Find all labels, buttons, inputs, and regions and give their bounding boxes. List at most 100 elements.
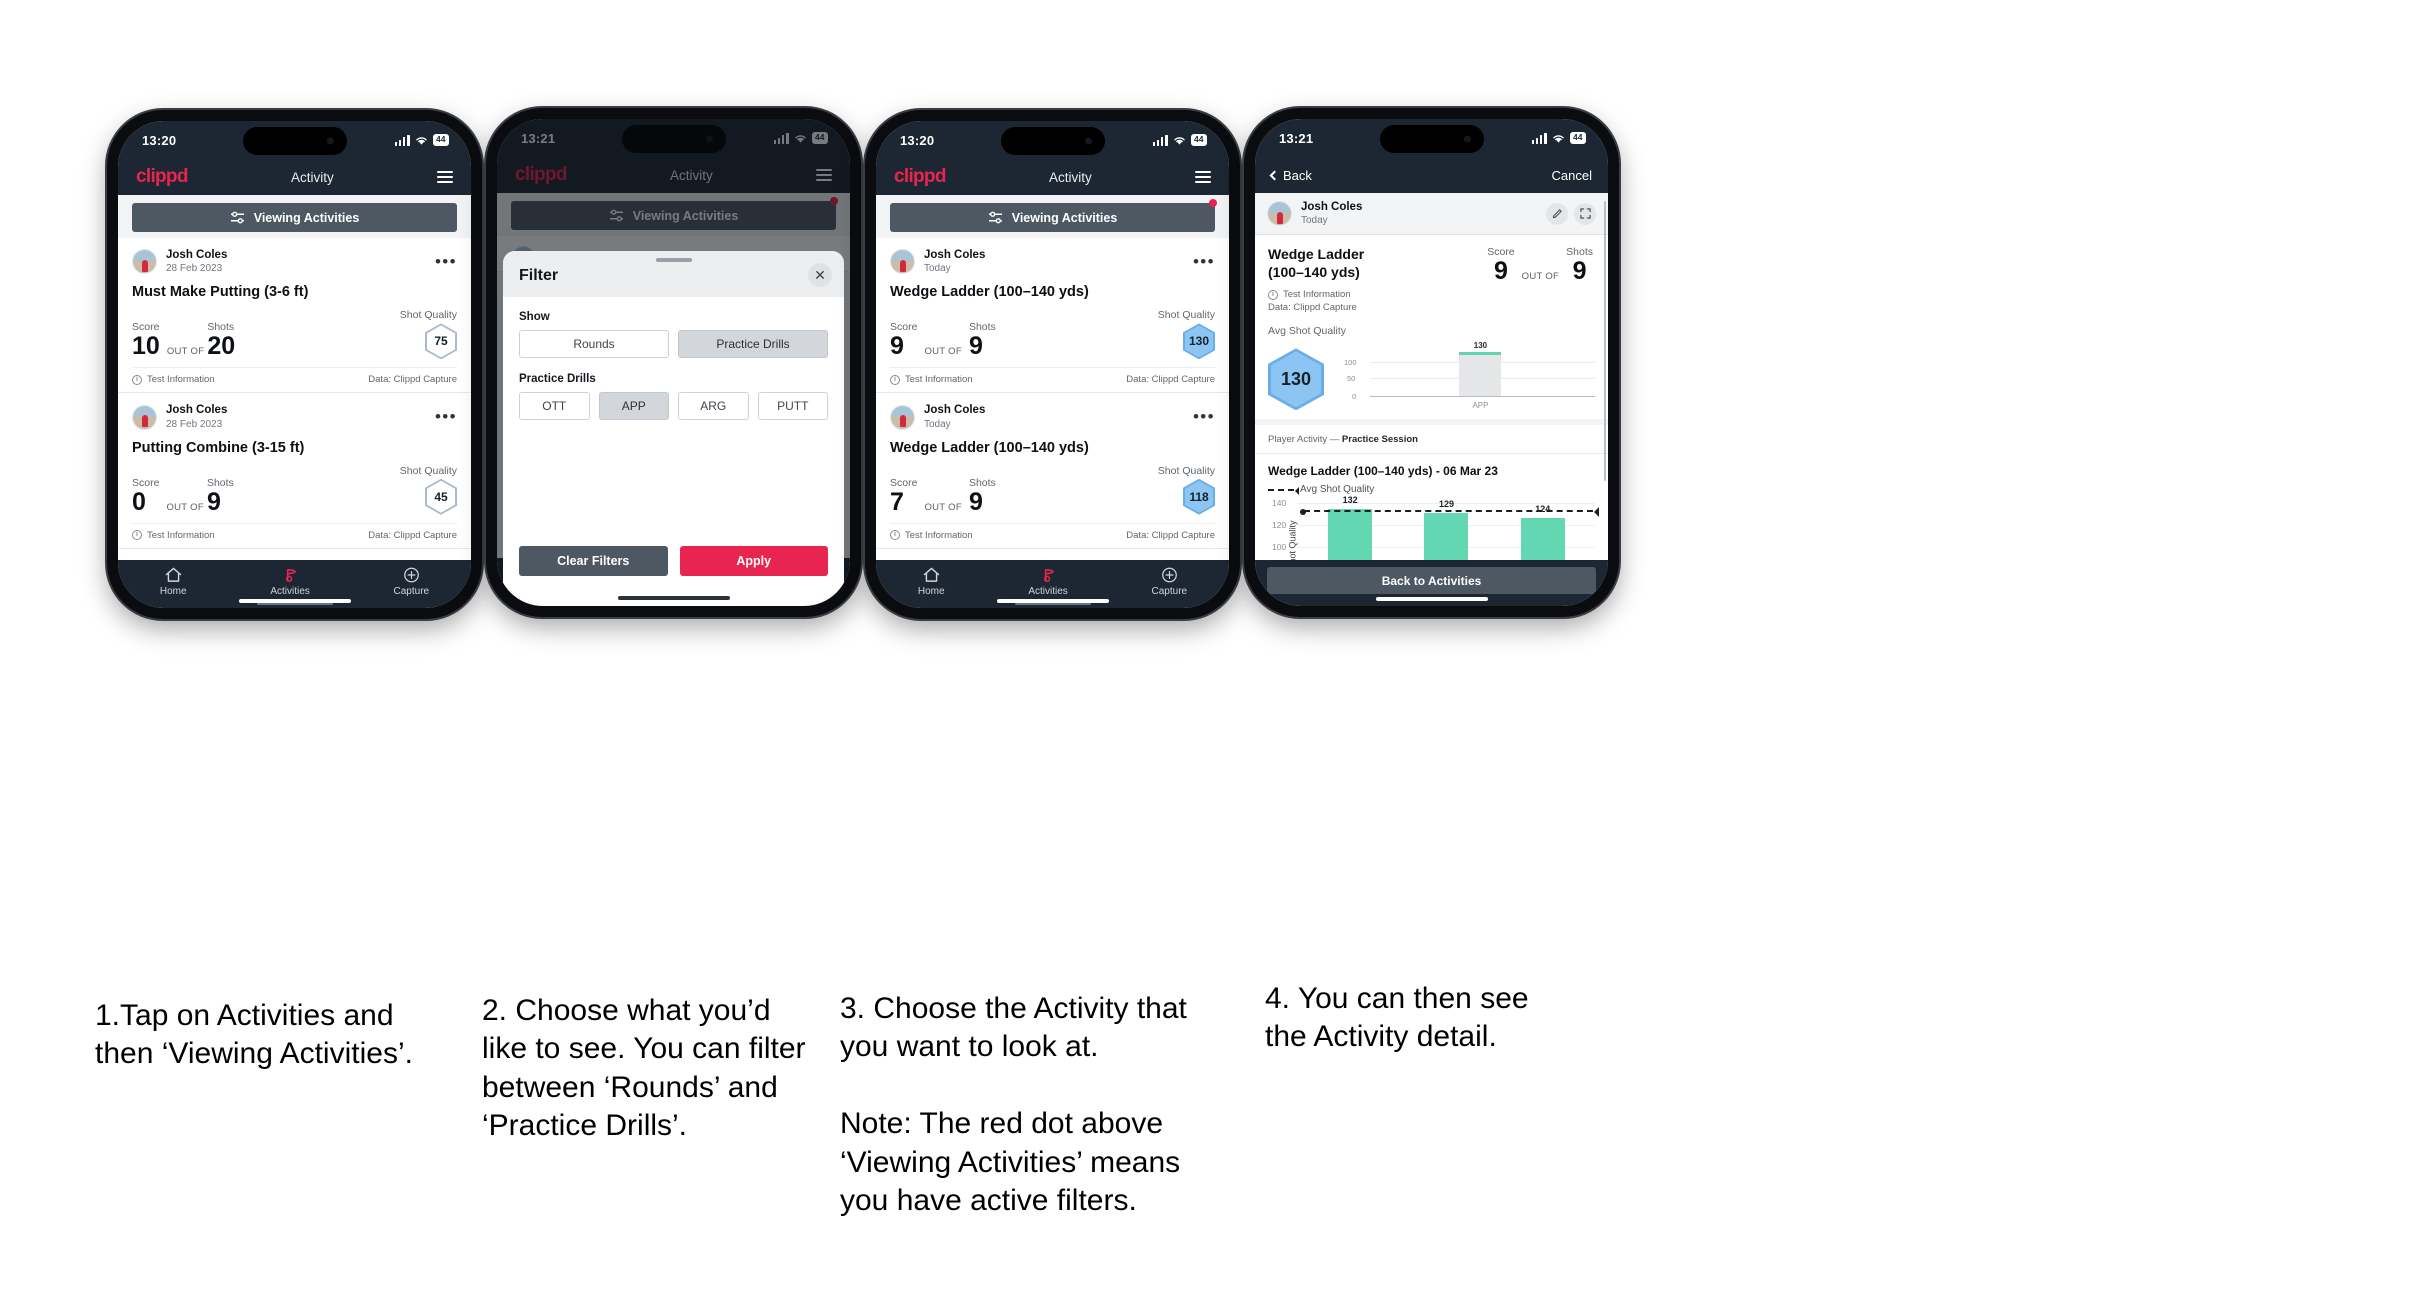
filter-sheet: Filter ✕ Show Rounds Practice Drills Pra…: [503, 251, 844, 606]
shot-quality-hexagon: 45: [425, 478, 457, 515]
detail-title-line1: Wedge Ladder: [1268, 246, 1365, 263]
more-options-icon[interactable]: •••: [435, 252, 457, 269]
activity-card[interactable]: Josh Coles 28 Feb 2023 ••• Must Make Put…: [118, 238, 471, 394]
wifi-icon: [415, 136, 427, 145]
hamburger-icon[interactable]: [437, 171, 453, 183]
tab-activities[interactable]: Activities: [1028, 567, 1068, 597]
shot-quality-label: Shot Quality: [1157, 309, 1215, 322]
status-time: 13:20: [900, 132, 935, 148]
shot-quality-value: 75: [427, 325, 455, 358]
drag-handle[interactable]: [655, 258, 692, 262]
user-name: Josh Coles: [924, 404, 986, 417]
section-label: Player Activity — Practice Session: [1255, 419, 1608, 454]
more-options-icon[interactable]: •••: [1193, 408, 1215, 425]
detail-footer: Back to Activities: [1255, 560, 1608, 606]
back-to-activities-button[interactable]: Back to Activities: [1267, 567, 1596, 594]
score-value: 9: [1493, 257, 1508, 286]
activity-date: 28 Feb 2023: [166, 263, 223, 275]
status-bar: 13:20 44: [118, 121, 471, 159]
cellular-signal-icon: [1152, 134, 1168, 146]
edit-button[interactable]: [1546, 202, 1568, 225]
tab-capture[interactable]: Capture: [1152, 567, 1187, 597]
more-options-icon[interactable]: •••: [1193, 252, 1215, 269]
section-label-prefix: Player Activity —: [1268, 434, 1342, 446]
avatar: [1267, 201, 1292, 227]
dashed-line-icon: [1268, 486, 1299, 495]
drill-chip-putt[interactable]: PUTT: [757, 392, 828, 420]
viewing-activities-button[interactable]: Viewing Activities: [890, 203, 1215, 232]
fullscreen-icon: [1579, 208, 1591, 219]
caption-step-3: 3. Choose the Activity that you want to …: [840, 992, 1187, 1217]
drill-chip-arg[interactable]: ARG: [678, 392, 749, 420]
golf-flag-icon: [285, 569, 296, 583]
drill-chip-ott[interactable]: OTT: [519, 392, 590, 420]
ytick-140: 140: [1272, 498, 1287, 509]
clippd-logo: clippd: [894, 166, 946, 187]
activity-card[interactable]: Josh Coles 28 Feb 2023 ••• Putting Combi…: [118, 393, 471, 549]
show-option-rounds[interactable]: Rounds: [519, 330, 669, 358]
screen: 13:21 44 Back Cancel Josh Coles Today We…: [1255, 119, 1608, 606]
score-value: 0: [132, 487, 146, 516]
test-information-label: Test Information: [147, 529, 215, 541]
shot-quality-label: Shot Quality: [399, 309, 457, 322]
mini-xtick-app: APP: [1472, 401, 1489, 411]
avatar: [890, 404, 915, 430]
shots-value: 9: [968, 487, 983, 516]
expand-button[interactable]: [1574, 202, 1596, 225]
show-segment-group: Rounds Practice Drills: [519, 330, 828, 358]
tutorial-sheet: 13:20 44 clippd Activity Viewing Activit…: [0, 0, 2423, 1303]
home-icon: [165, 567, 181, 582]
legend-label: Avg Shot Quality: [1300, 484, 1375, 496]
info-icon: i: [1268, 289, 1278, 300]
chart-ylabel: Shot Quality: [1287, 520, 1298, 560]
viewing-activities-wrap: Viewing Activities: [876, 195, 1229, 238]
test-information-label: Test Information: [905, 374, 973, 386]
shots-value: 9: [206, 487, 221, 516]
shots-label: Shots: [206, 476, 234, 489]
detail-scroll[interactable]: Josh Coles Today Wedge Ladder (100–140 y…: [1255, 193, 1608, 560]
scrollbar[interactable]: [1603, 201, 1606, 481]
page-title: Activity: [290, 169, 334, 185]
caption-step-4: 4. You can then see the Activity detail.: [1265, 982, 1529, 1054]
close-icon[interactable]: ✕: [808, 263, 832, 287]
plus-circle-icon: [403, 567, 419, 583]
tab-home[interactable]: Home: [160, 567, 187, 597]
activity-list[interactable]: Josh Coles Today ••• Wedge Ladder (100–1…: [876, 238, 1229, 560]
avg-shot-quality-value: 130: [1271, 351, 1321, 408]
home-indicator: [238, 599, 351, 603]
activity-card[interactable]: Josh Coles Today ••• Wedge Ladder (100–1…: [876, 393, 1229, 549]
activity-date: 28 Feb 2023: [166, 418, 223, 430]
tab-activities[interactable]: Activities: [270, 567, 310, 597]
bottom-tab-bar: Home Activities Capture: [876, 560, 1229, 608]
tab-capture[interactable]: Capture: [394, 567, 429, 597]
score-label: Score: [890, 476, 918, 489]
cancel-button[interactable]: Cancel: [1552, 168, 1592, 183]
back-button[interactable]: Back: [1269, 168, 1312, 183]
chart-plot-area: Shot Quality 140 120 100 80 60 132 129 1…: [1272, 495, 1599, 560]
apply-button[interactable]: Apply: [679, 546, 828, 576]
shot-quality-hexagon: 130: [1183, 323, 1215, 360]
activity-list[interactable]: Josh Coles 28 Feb 2023 ••• Must Make Put…: [118, 238, 471, 560]
more-options-icon[interactable]: •••: [435, 408, 457, 425]
user-name: Josh Coles: [166, 249, 228, 261]
trend-line: [1300, 507, 1599, 518]
tab-home[interactable]: Home: [918, 567, 945, 597]
phone-activity-chosen: 13:20 44 clippd Activity Viewing Activit…: [865, 110, 1240, 619]
data-source-label: Data: Clippd Capture: [1126, 529, 1215, 541]
status-bar: 13:20 44: [876, 121, 1229, 159]
viewing-activities-button[interactable]: Viewing Activities: [132, 203, 457, 232]
avatar: [132, 249, 157, 275]
avg-shot-quality-chart: 100 50 0 130 APP: [1344, 341, 1595, 411]
chart-bars: 132 129 124: [1298, 495, 1595, 560]
activity-card[interactable]: Josh Coles 28 Feb 2023 •••: [876, 548, 1229, 560]
shot-quality-chart-card: Wedge Ladder (100–140 yds) - 06 Mar 23 A…: [1255, 453, 1608, 560]
chart-bar-value: 132: [1342, 495, 1358, 506]
drill-chip-app[interactable]: APP: [598, 392, 669, 420]
hamburger-icon[interactable]: [1195, 171, 1211, 183]
activity-card[interactable]: Josh Coles 28 Feb 2023 •••: [118, 548, 471, 560]
tab-activities-label: Activities: [1028, 586, 1068, 597]
clear-filters-button[interactable]: Clear Filters: [519, 546, 668, 576]
show-option-practice-drills[interactable]: Practice Drills: [678, 330, 828, 358]
chart-title: Wedge Ladder (100–140 yds) - 06 Mar 23: [1268, 464, 1498, 479]
activity-card[interactable]: Josh Coles Today ••• Wedge Ladder (100–1…: [876, 238, 1229, 394]
